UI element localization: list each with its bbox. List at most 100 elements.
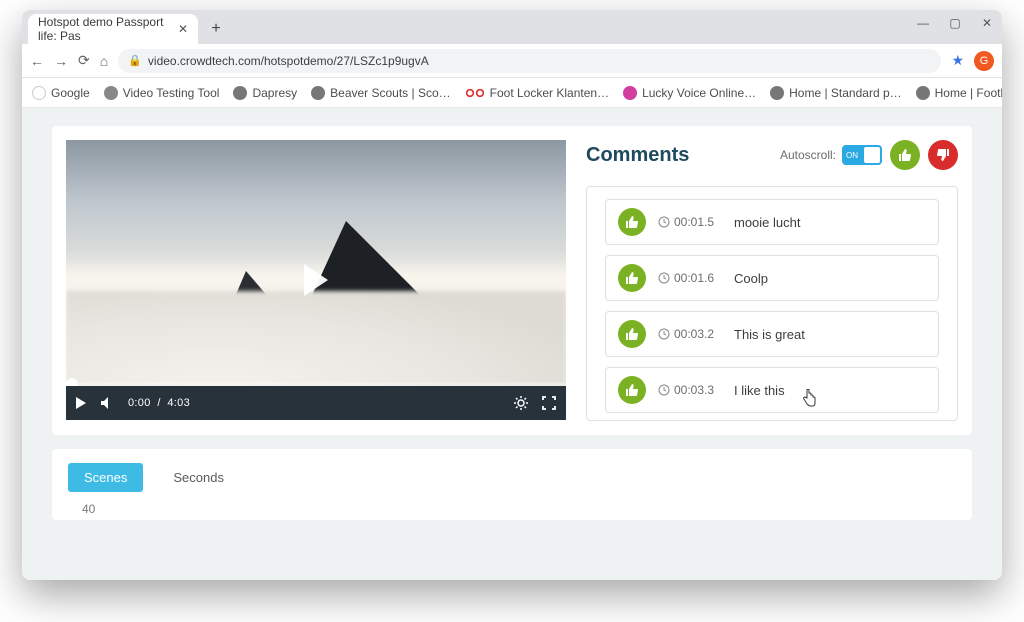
comment-timestamp: 00:03.3: [658, 383, 722, 397]
play-overlay-button[interactable]: [304, 264, 328, 296]
bookmark-label: Beaver Scouts | Sco…: [330, 86, 451, 100]
favicon-icon: [465, 86, 485, 100]
bookmark-item[interactable]: Home | Footlocker…: [916, 86, 1002, 100]
clock-icon: [658, 328, 670, 340]
thumbs-up-icon: [898, 148, 912, 162]
favicon-icon: [311, 86, 325, 100]
autoscroll-label: Autoscroll:: [780, 148, 836, 162]
bookmark-label: Lucky Voice Online…: [642, 86, 756, 100]
url-text: video.crowdtech.com/hotspotdemo/27/LSZc1…: [148, 54, 429, 68]
cursor-pointer-icon: [802, 389, 816, 410]
video-controls: 0:00 / 4:03: [66, 386, 566, 420]
current-time: 0:00: [128, 397, 151, 409]
comment-item[interactable]: 00:03.3 I like this: [605, 367, 939, 413]
thumbs-up-icon: [625, 271, 639, 285]
close-window-icon[interactable]: ✕: [980, 16, 994, 30]
lock-icon: 🔒: [128, 54, 142, 67]
browser-tab[interactable]: Hotspot demo Passport life: Pas ✕: [28, 14, 198, 44]
comment-timestamp: 00:01.6: [658, 271, 722, 285]
comment-item[interactable]: 00:03.2 This is great: [605, 311, 939, 357]
home-icon[interactable]: ⌂: [100, 53, 108, 69]
url-input[interactable]: 🔒 video.crowdtech.com/hotspotdemo/27/LSZ…: [118, 49, 941, 73]
favicon-icon: [104, 86, 118, 100]
favicon-icon: [32, 86, 46, 100]
comment-text: Coolp: [734, 271, 768, 286]
tab-scenes[interactable]: Scenes: [68, 463, 143, 492]
comment-text: mooie lucht: [734, 215, 800, 230]
clock-icon: [658, 384, 670, 396]
bookmark-label: Google: [51, 86, 90, 100]
tab-strip: Hotspot demo Passport life: Pas ✕ + — ▢ …: [22, 10, 1002, 44]
forward-icon[interactable]: →: [54, 53, 68, 69]
thumbs-down-filter-button[interactable]: [928, 140, 958, 170]
comment-text: This is great: [734, 327, 805, 342]
comment-timestamp: 00:03.2: [658, 327, 722, 341]
duration: 4:03: [167, 397, 190, 409]
bookmark-label: Foot Locker Klanten…: [490, 86, 609, 100]
browser-window: Hotspot demo Passport life: Pas ✕ + — ▢ …: [22, 10, 1002, 580]
bookmark-item[interactable]: Video Testing Tool: [104, 86, 220, 100]
address-bar: ← → ⟳ ⌂ 🔒 video.crowdtech.com/hotspotdem…: [22, 44, 1002, 78]
minimize-icon[interactable]: —: [916, 16, 930, 30]
timestamp-text: 00:01.5: [674, 215, 714, 229]
new-tab-button[interactable]: +: [204, 17, 228, 41]
clock-icon: [658, 216, 670, 228]
timestamp-text: 00:03.2: [674, 327, 714, 341]
page-content: 0:00 / 4:03: [22, 108, 1002, 580]
bookmark-label: Home | Standard p…: [789, 86, 902, 100]
comments-header: Comments Autoscroll: ON: [586, 140, 958, 170]
bookmark-item[interactable]: Lucky Voice Online…: [623, 86, 756, 100]
clock-icon: [658, 272, 670, 284]
toggle-knob: [864, 147, 880, 163]
comment-item[interactable]: 00:01.6 Coolp: [605, 255, 939, 301]
maximize-icon[interactable]: ▢: [948, 16, 962, 30]
comments-heading: Comments: [586, 144, 689, 167]
profile-avatar[interactable]: G: [974, 51, 994, 71]
comments-panel: Comments Autoscroll: ON: [586, 140, 958, 421]
bookmark-item[interactable]: Dapresy: [233, 86, 297, 100]
comment-item[interactable]: 00:01.5 mooie lucht: [605, 199, 939, 245]
sentiment-badge: [618, 264, 646, 292]
axis-value: 40: [82, 502, 956, 516]
video-player[interactable]: 0:00 / 4:03: [66, 140, 566, 420]
bookmarks-bar: Google Video Testing Tool Dapresy Beaver…: [22, 78, 1002, 108]
thumbs-up-icon: [625, 215, 639, 229]
main-panel: 0:00 / 4:03: [52, 126, 972, 435]
bookmark-label: Video Testing Tool: [123, 86, 220, 100]
favicon-icon: [623, 86, 637, 100]
play-button-icon[interactable]: [76, 397, 86, 409]
thumbs-up-icon: [625, 327, 639, 341]
tab-title: Hotspot demo Passport life: Pas: [38, 15, 170, 43]
bookmark-label: Dapresy: [252, 86, 297, 100]
sentiment-badge: [618, 208, 646, 236]
comments-list[interactable]: 00:01.5 mooie lucht 00:01.6 Coolp: [586, 186, 958, 421]
close-tab-icon[interactable]: ✕: [178, 22, 188, 36]
settings-gear-icon[interactable]: [514, 396, 528, 410]
reload-icon[interactable]: ⟳: [78, 52, 90, 69]
volume-icon[interactable]: [100, 396, 114, 410]
favicon-icon: [770, 86, 784, 100]
comment-timestamp: 00:01.5: [658, 215, 722, 229]
tab-seconds[interactable]: Seconds: [157, 463, 240, 492]
back-icon[interactable]: ←: [30, 53, 44, 69]
fullscreen-icon[interactable]: [542, 396, 556, 410]
bookmark-item[interactable]: Google: [32, 86, 90, 100]
bookmark-label: Home | Footlocker…: [935, 86, 1002, 100]
window-controls: — ▢ ✕: [916, 16, 994, 30]
timestamp-text: 00:01.6: [674, 271, 714, 285]
sentiment-badge: [618, 376, 646, 404]
sentiment-badge: [618, 320, 646, 348]
bookmark-item[interactable]: Home | Standard p…: [770, 86, 902, 100]
timestamp-text: 00:03.3: [674, 383, 714, 397]
favicon-icon: [233, 86, 247, 100]
scenes-panel: Scenes Seconds 40: [52, 449, 972, 520]
bookmark-item[interactable]: Beaver Scouts | Sco…: [311, 86, 451, 100]
time-display: 0:00 / 4:03: [128, 397, 190, 409]
bookmark-item[interactable]: Foot Locker Klanten…: [465, 86, 609, 100]
bookmark-star-icon[interactable]: ★: [951, 52, 964, 69]
thumbs-up-filter-button[interactable]: [890, 140, 920, 170]
thumbs-up-icon: [625, 383, 639, 397]
cloud-shape: [66, 291, 566, 386]
scenes-tabs: Scenes Seconds: [68, 463, 956, 492]
autoscroll-toggle[interactable]: ON: [842, 145, 882, 165]
